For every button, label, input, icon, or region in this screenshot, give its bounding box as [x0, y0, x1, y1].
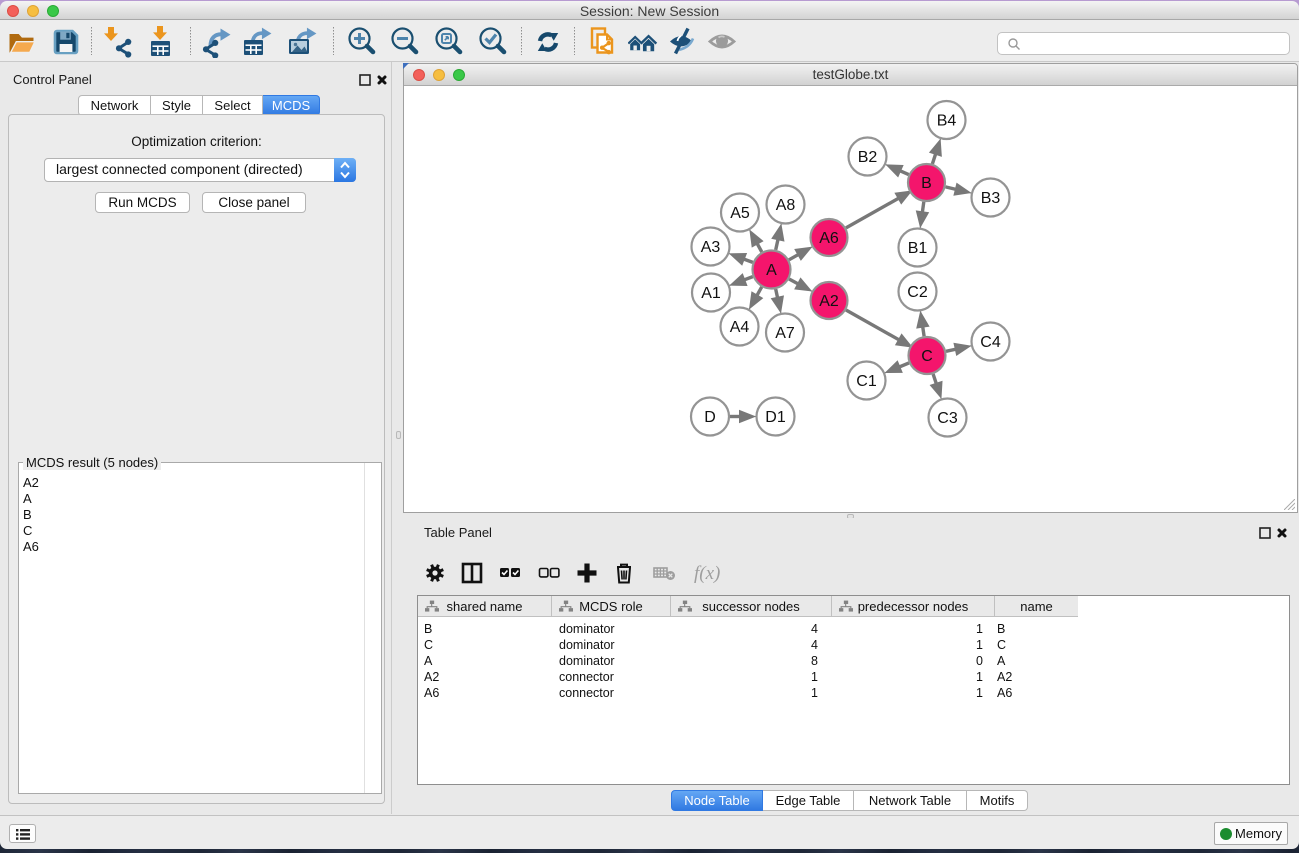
svg-text:C2: C2	[907, 284, 928, 301]
svg-text:A7: A7	[775, 325, 795, 342]
svg-text:C4: C4	[980, 334, 1001, 351]
svg-text:B3: B3	[981, 190, 1001, 207]
svg-text:C3: C3	[937, 410, 958, 427]
svg-text:A1: A1	[701, 285, 721, 302]
svg-text:A4: A4	[730, 319, 750, 336]
svg-text:B4: B4	[937, 113, 957, 130]
svg-text:C: C	[921, 348, 933, 365]
svg-text:B1: B1	[908, 240, 928, 257]
svg-text:D1: D1	[765, 409, 786, 426]
svg-text:D: D	[704, 409, 716, 426]
svg-text:f(x): f(x)	[694, 563, 720, 584]
svg-text:A5: A5	[730, 205, 750, 222]
svg-text:A6: A6	[819, 230, 839, 247]
svg-text:A3: A3	[701, 239, 721, 256]
svg-text:B2: B2	[858, 149, 878, 166]
svg-text:A8: A8	[776, 197, 796, 214]
svg-text:B: B	[921, 175, 932, 192]
svg-text:C1: C1	[856, 373, 877, 390]
svg-text:A: A	[766, 262, 777, 279]
svg-text:A2: A2	[819, 293, 839, 310]
